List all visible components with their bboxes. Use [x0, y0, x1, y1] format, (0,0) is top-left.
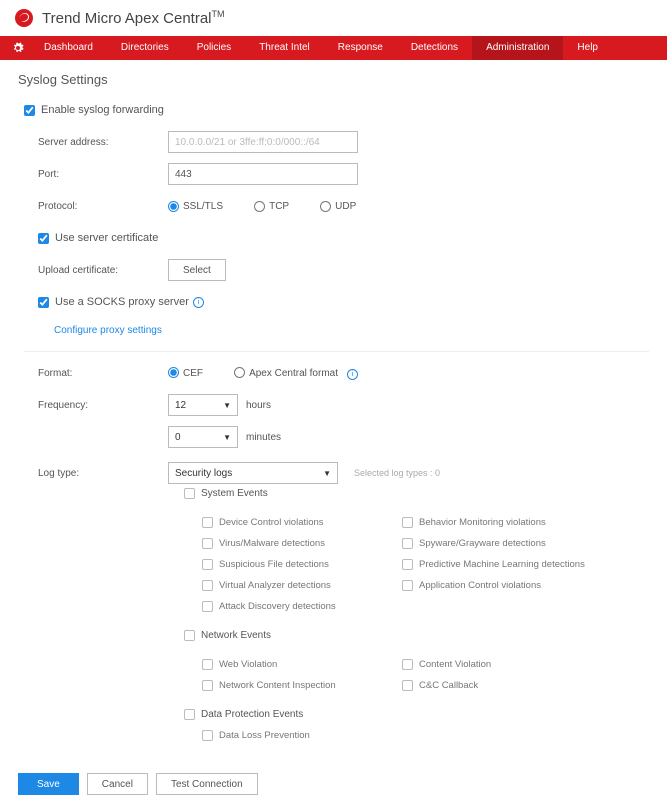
use-socks-checkbox[interactable]	[38, 297, 49, 308]
product-title: Trend Micro Apex CentralTM	[42, 9, 225, 27]
tree-item[interactable]: Content Violation	[402, 659, 622, 670]
nav-policies[interactable]: Policies	[183, 36, 245, 60]
enable-syslog-checkbox[interactable]	[24, 105, 35, 116]
format-apex-radio[interactable]	[234, 367, 245, 378]
selected-logtypes-count: Selected log types : 0	[354, 468, 440, 478]
server-address-label: Server address:	[38, 137, 168, 148]
tree-item[interactable]: C&C Callback	[402, 680, 622, 691]
test-connection-button[interactable]: Test Connection	[156, 773, 258, 795]
minutes-unit: minutes	[246, 432, 281, 443]
tree-item[interactable]: Device Control violations	[202, 517, 402, 528]
chevron-down-icon: ▼	[323, 469, 331, 478]
nav-help[interactable]: Help	[563, 36, 612, 60]
select-cert-button[interactable]: Select	[168, 259, 226, 281]
tree-item[interactable]: Suspicious File detections	[202, 559, 402, 570]
tree-item[interactable]: Predictive Machine Learning detections	[402, 559, 622, 570]
hours-unit: hours	[246, 400, 271, 411]
nav-threat-intel[interactable]: Threat Intel	[245, 36, 324, 60]
save-button[interactable]: Save	[18, 773, 79, 795]
tree-item[interactable]: Behavior Monitoring violations	[402, 517, 622, 528]
chevron-down-icon: ▼	[223, 433, 231, 442]
protocol-udp-radio[interactable]	[320, 201, 331, 212]
chevron-down-icon: ▼	[223, 401, 231, 410]
logtype-label: Log type:	[38, 468, 168, 479]
upload-cert-label: Upload certificate:	[38, 265, 168, 276]
tree-item[interactable]: Spyware/Grayware detections	[402, 538, 622, 549]
cancel-button[interactable]: Cancel	[87, 773, 148, 795]
logtype-tree: System Events Device Control violations …	[184, 488, 649, 741]
main-nav: Dashboard Directories Policies Threat In…	[0, 36, 667, 60]
protocol-label: Protocol:	[38, 201, 168, 212]
nav-response[interactable]: Response	[324, 36, 397, 60]
protocol-ssl-radio[interactable]	[168, 201, 179, 212]
footer-actions: Save Cancel Test Connection	[0, 763, 667, 805]
enable-syslog-label: Enable syslog forwarding	[41, 104, 164, 116]
frequency-minutes-select[interactable]: 0▼	[168, 426, 238, 448]
gear-icon[interactable]	[12, 42, 24, 54]
protocol-tcp-radio[interactable]	[254, 201, 265, 212]
tree-item[interactable]: Attack Discovery detections	[202, 601, 402, 612]
use-server-cert-checkbox[interactable]	[38, 233, 49, 244]
trend-logo-icon	[14, 8, 34, 28]
format-label: Format:	[38, 368, 168, 379]
tree-item[interactable]: Network Content Inspection	[202, 680, 402, 691]
format-cef-radio[interactable]	[168, 367, 179, 378]
tree-group-system[interactable]: System Events	[184, 488, 649, 499]
logtype-select[interactable]: Security logs▼	[168, 462, 338, 484]
port-input[interactable]	[168, 163, 358, 185]
page-title: Syslog Settings	[18, 72, 649, 87]
frequency-label: Frequency:	[38, 400, 168, 411]
use-server-cert-label: Use server certificate	[55, 232, 158, 244]
server-address-input[interactable]	[168, 131, 358, 153]
info-icon[interactable]: i	[347, 369, 358, 380]
nav-detections[interactable]: Detections	[397, 36, 472, 60]
tree-group-network[interactable]: Network Events	[184, 630, 649, 641]
nav-dashboard[interactable]: Dashboard	[30, 36, 107, 60]
app-header: Trend Micro Apex CentralTM	[0, 0, 667, 36]
info-icon[interactable]: i	[193, 297, 204, 308]
configure-proxy-link[interactable]: Configure proxy settings	[54, 325, 162, 336]
tree-item[interactable]: Virus/Malware detections	[202, 538, 402, 549]
frequency-hours-select[interactable]: 12▼	[168, 394, 238, 416]
tree-item[interactable]: Web Violation	[202, 659, 402, 670]
nav-administration[interactable]: Administration	[472, 36, 563, 60]
tree-item[interactable]: Virtual Analyzer detections	[202, 580, 402, 591]
nav-directories[interactable]: Directories	[107, 36, 183, 60]
tree-item[interactable]: Data Loss Prevention	[202, 730, 649, 741]
tree-group-data-protection[interactable]: Data Protection Events	[184, 709, 649, 720]
use-socks-label: Use a SOCKS proxy server	[55, 296, 189, 308]
port-label: Port:	[38, 169, 168, 180]
tree-item[interactable]: Application Control violations	[402, 580, 622, 591]
